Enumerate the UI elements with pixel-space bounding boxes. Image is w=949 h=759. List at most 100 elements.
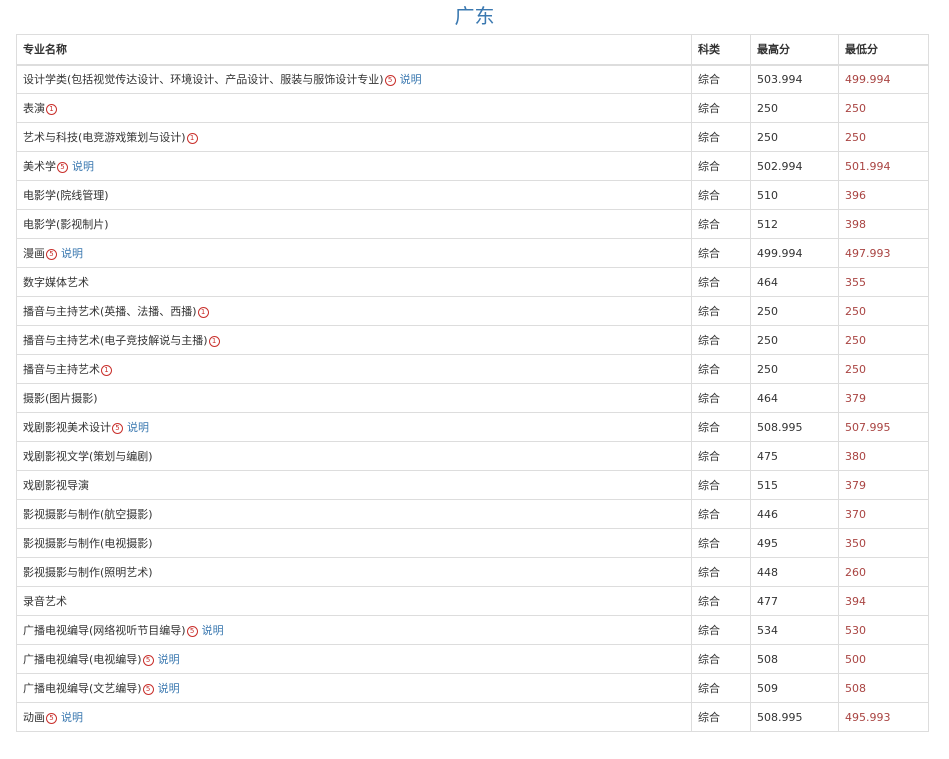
max-score-cell: 250 <box>750 296 839 326</box>
explain-link[interactable]: 说明 <box>158 653 180 666</box>
major-name-cell: 播音与主持艺术(电子竞技解说与主播) 1 <box>16 325 692 355</box>
major-name: 摄影(图片摄影) <box>23 392 98 405</box>
category-cell: 综合 <box>691 702 751 732</box>
major-name: 美术学 <box>23 160 56 173</box>
table-row: 播音与主持艺术(电子竞技解说与主播) 1 综合 250 250 <box>16 325 929 355</box>
major-name: 艺术与科技(电竞游戏策划与设计) <box>23 131 186 144</box>
table-row: 广播电视编导(文艺编导) 5 说明 综合 509 508 <box>16 673 929 703</box>
major-name: 广播电视编导(网络视听节目编导) <box>23 624 186 637</box>
major-name: 录音艺术 <box>23 595 67 608</box>
category-cell: 综合 <box>691 441 751 471</box>
major-name: 戏剧影视导演 <box>23 479 89 492</box>
category-cell: 综合 <box>691 673 751 703</box>
min-score-cell: 495.993 <box>838 702 929 732</box>
header-major-name: 专业名称 <box>16 34 692 66</box>
min-score-cell: 379 <box>838 383 929 413</box>
major-name-cell: 数字媒体艺术 <box>16 267 692 297</box>
explain-link[interactable]: 说明 <box>127 421 149 434</box>
major-name: 播音与主持艺术 <box>23 363 100 376</box>
category-cell: 综合 <box>691 296 751 326</box>
table-row: 数字媒体艺术 综合 464 355 <box>16 267 929 297</box>
table-header-row: 专业名称 科类 最高分 最低分 <box>16 34 929 66</box>
table-row: 录音艺术 综合 477 394 <box>16 586 929 616</box>
table-row: 播音与主持艺术(英播、法播、西播) 1 综合 250 250 <box>16 296 929 326</box>
max-score-cell: 250 <box>750 325 839 355</box>
max-score-cell: 464 <box>750 383 839 413</box>
footnote-mark-icon: 5 <box>142 684 154 695</box>
max-score-cell: 534 <box>750 615 839 645</box>
score-table: 专业名称 科类 最高分 最低分 设计学类(包括视觉传达设计、环境设计、产品设计、… <box>16 34 929 732</box>
max-score-cell: 475 <box>750 441 839 471</box>
category-cell: 综合 <box>691 557 751 587</box>
category-cell: 综合 <box>691 93 751 123</box>
table-row: 电影学(影视制片) 综合 512 398 <box>16 209 929 239</box>
category-cell: 综合 <box>691 615 751 645</box>
explain-link[interactable]: 说明 <box>400 73 422 86</box>
table-row: 戏剧影视导演 综合 515 379 <box>16 470 929 500</box>
footnote-mark-icon: 1 <box>208 336 220 347</box>
min-score-cell: 250 <box>838 325 929 355</box>
major-name: 电影学(院线管理) <box>23 189 109 202</box>
max-score-cell: 503.994 <box>750 64 839 94</box>
table-row: 戏剧影视文学(策划与编剧) 综合 475 380 <box>16 441 929 471</box>
category-cell: 综合 <box>691 470 751 500</box>
min-score-cell: 394 <box>838 586 929 616</box>
table-row: 广播电视编导(电视编导) 5 说明 综合 508 500 <box>16 644 929 674</box>
major-name-cell: 漫画 5 说明 <box>16 238 692 268</box>
min-score-cell: 499.994 <box>838 64 929 94</box>
category-cell: 综合 <box>691 180 751 210</box>
footnote-mark-icon: 5 <box>384 75 396 87</box>
max-score-cell: 508.995 <box>750 412 839 442</box>
min-score-cell: 396 <box>838 180 929 210</box>
table-row: 戏剧影视美术设计 5 说明 综合 508.995 507.995 <box>16 412 929 442</box>
footnote-mark-icon: 1 <box>186 133 198 144</box>
min-score-cell: 355 <box>838 267 929 297</box>
max-score-cell: 508 <box>750 644 839 674</box>
min-score-cell: 250 <box>838 93 929 123</box>
min-score-cell: 260 <box>838 557 929 587</box>
explain-link[interactable]: 说明 <box>158 682 180 695</box>
min-score-cell: 250 <box>838 354 929 384</box>
major-name-cell: 摄影(图片摄影) <box>16 383 692 413</box>
table-row: 设计学类(包括视觉传达设计、环境设计、产品设计、服装与服饰设计专业) 5 说明 综合 5… <box>16 64 929 94</box>
max-score-cell: 499.994 <box>750 238 839 268</box>
major-name: 动画 <box>23 711 45 724</box>
min-score-cell: 379 <box>838 470 929 500</box>
min-score-cell: 507.995 <box>838 412 929 442</box>
max-score-cell: 502.994 <box>750 151 839 181</box>
explain-link[interactable]: 说明 <box>202 624 224 637</box>
category-cell: 综合 <box>691 325 751 355</box>
footnote-mark-icon: 1 <box>197 307 209 318</box>
max-score-cell: 448 <box>750 557 839 587</box>
major-name-cell: 播音与主持艺术(英播、法播、西播) 1 <box>16 296 692 326</box>
category-cell: 综合 <box>691 644 751 674</box>
min-score-cell: 370 <box>838 499 929 529</box>
major-name-cell: 戏剧影视文学(策划与编剧) <box>16 441 692 471</box>
category-cell: 综合 <box>691 209 751 239</box>
max-score-cell: 515 <box>750 470 839 500</box>
major-name: 广播电视编导(文艺编导) <box>23 682 142 695</box>
major-name: 广播电视编导(电视编导) <box>23 653 142 666</box>
min-score-cell: 250 <box>838 122 929 152</box>
table-row: 影视摄影与制作(照明艺术) 综合 448 260 <box>16 557 929 587</box>
major-name-cell: 电影学(院线管理) <box>16 180 692 210</box>
major-name-cell: 影视摄影与制作(照明艺术) <box>16 557 692 587</box>
min-score-cell: 501.994 <box>838 151 929 181</box>
max-score-cell: 250 <box>750 354 839 384</box>
table-row: 电影学(院线管理) 综合 510 396 <box>16 180 929 210</box>
major-name: 戏剧影视美术设计 <box>23 421 111 434</box>
explain-link[interactable]: 说明 <box>61 247 83 260</box>
explain-link[interactable]: 说明 <box>72 160 94 173</box>
major-name-cell: 影视摄影与制作(电视摄影) <box>16 528 692 558</box>
explain-link[interactable]: 说明 <box>61 711 83 724</box>
min-score-cell: 497.993 <box>838 238 929 268</box>
table-row: 漫画 5 说明 综合 499.994 497.993 <box>16 238 929 268</box>
min-score-cell: 500 <box>838 644 929 674</box>
max-score-cell: 509 <box>750 673 839 703</box>
header-min-score: 最低分 <box>838 34 929 66</box>
footnote-mark-icon: 1 <box>101 365 112 376</box>
category-cell: 综合 <box>691 499 751 529</box>
category-cell: 综合 <box>691 528 751 558</box>
major-name-cell: 动画 5 说明 <box>16 702 692 732</box>
category-cell: 综合 <box>691 383 751 413</box>
